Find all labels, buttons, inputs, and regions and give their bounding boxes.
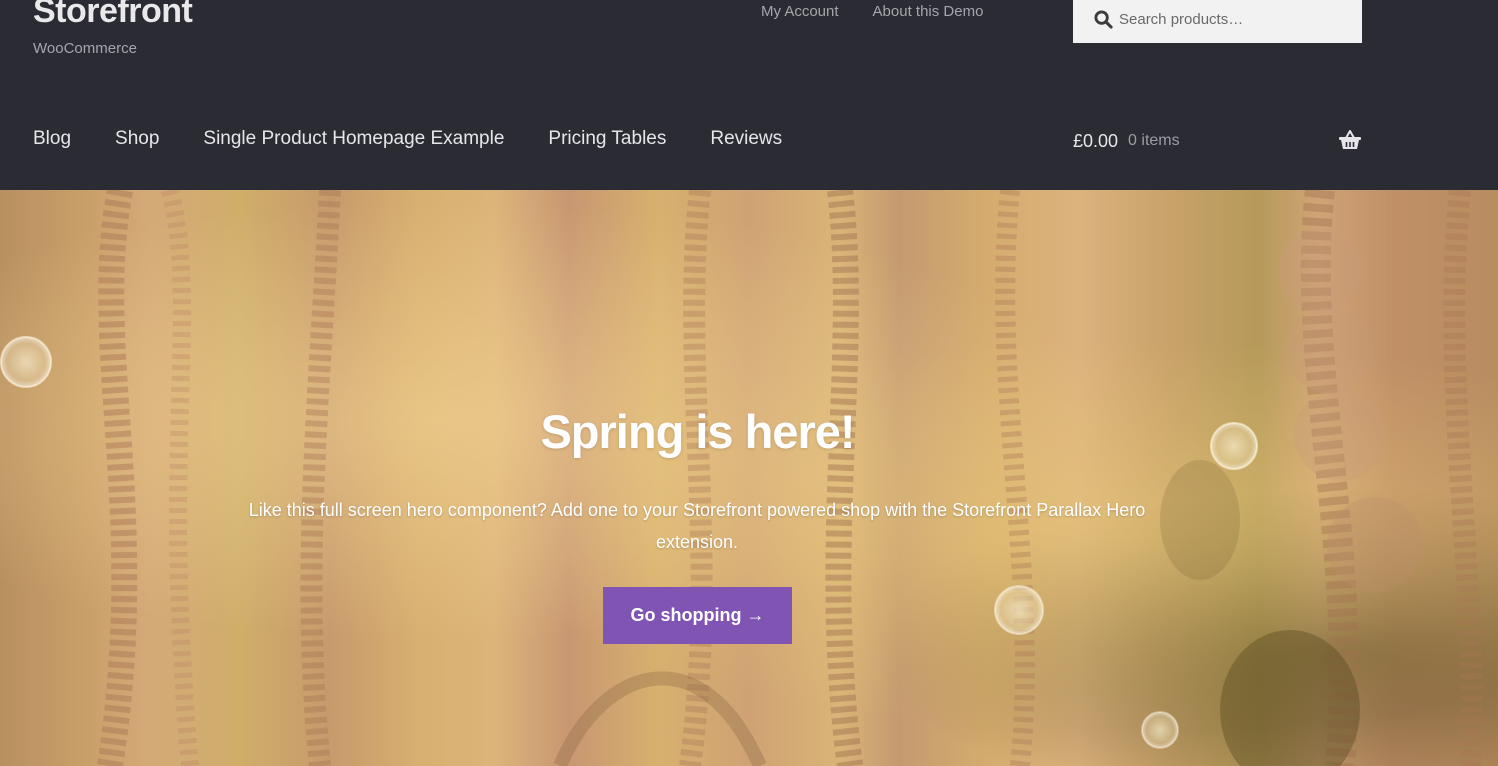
nav-link-pricing-tables[interactable]: Pricing Tables <box>548 128 666 150</box>
site-header: Storefront WooCommerce My Account About … <box>0 0 1498 190</box>
nav-link-single-product-homepage[interactable]: Single Product Homepage Example <box>203 128 504 150</box>
cart-link[interactable]: £0.00 0 items <box>1073 128 1362 154</box>
cart-item-count: 0 items <box>1128 132 1180 149</box>
nav-link-reviews[interactable]: Reviews <box>710 128 782 150</box>
hero-banner: Spring is here! Like this full screen he… <box>0 190 1498 766</box>
basket-icon <box>1338 129 1362 151</box>
nav-link-my-account[interactable]: My Account <box>761 3 839 20</box>
hero-background-image <box>0 190 1483 766</box>
secondary-navigation: My Account About this Demo <box>761 3 983 20</box>
search-input[interactable] <box>1119 11 1349 28</box>
go-shopping-button[interactable]: Go shopping → <box>603 587 792 644</box>
product-search <box>1073 0 1362 43</box>
primary-navigation: Blog Shop Single Product Homepage Exampl… <box>33 128 782 150</box>
site-tagline: WooCommerce <box>33 40 137 57</box>
nav-link-blog[interactable]: Blog <box>33 128 71 150</box>
nav-link-shop[interactable]: Shop <box>115 128 159 150</box>
cart-amount: £0.00 <box>1073 130 1119 151</box>
hero-title: Spring is here! <box>540 405 855 458</box>
hero-description: Like this full screen hero component? Ad… <box>248 500 1146 552</box>
search-icon <box>1093 10 1113 30</box>
site-title[interactable]: Storefront <box>33 0 193 31</box>
nav-link-about-demo[interactable]: About this Demo <box>873 3 984 20</box>
